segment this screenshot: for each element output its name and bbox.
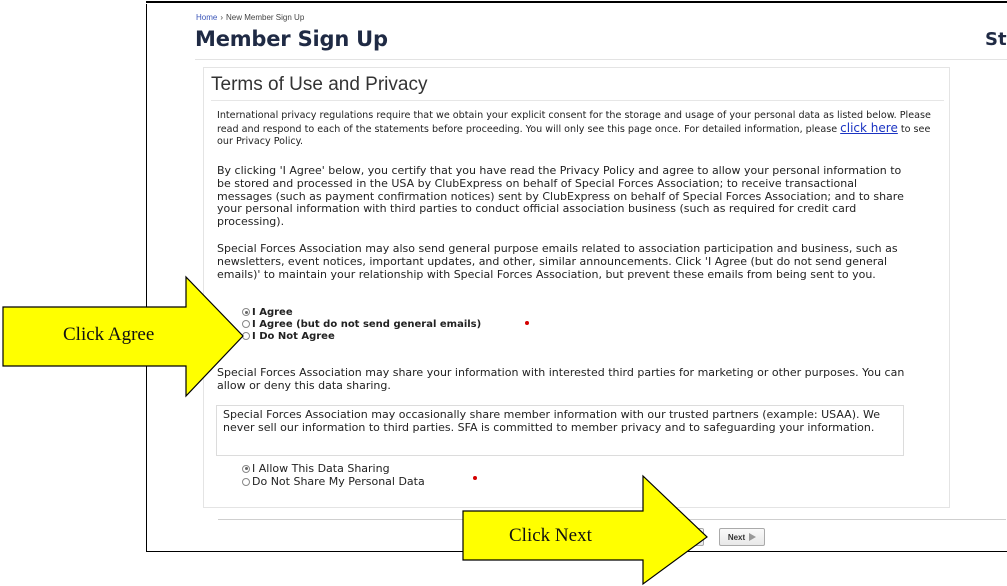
click-next-arrow [462,474,708,586]
click-next-label: Click Next [509,525,592,546]
